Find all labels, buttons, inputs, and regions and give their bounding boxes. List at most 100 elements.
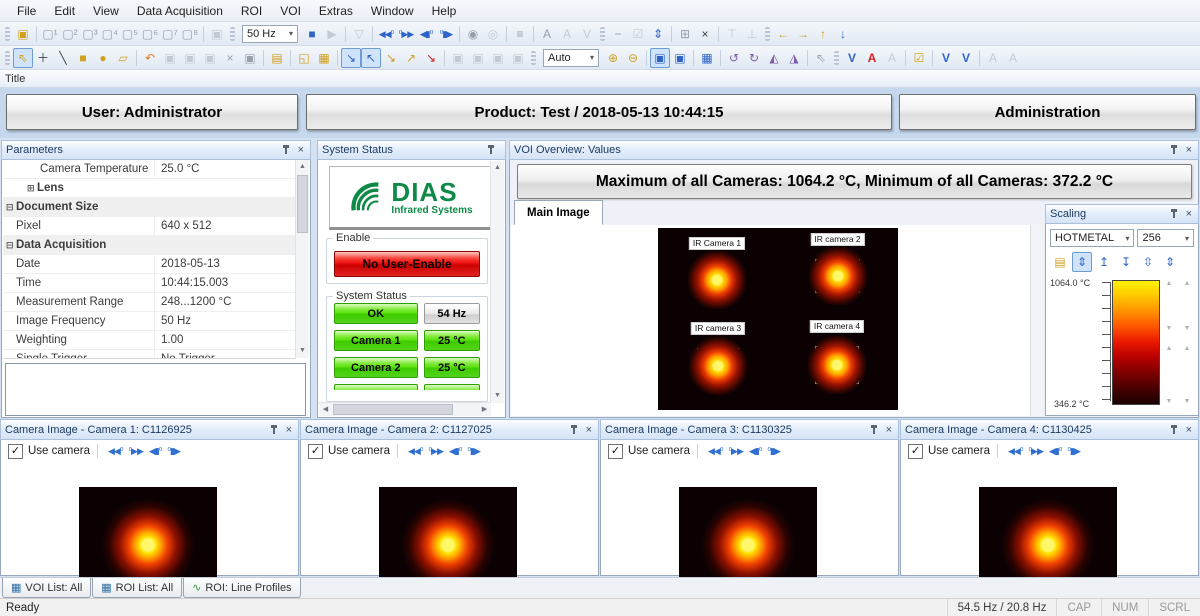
undo-icon[interactable]: ↶ xyxy=(140,48,160,68)
spin-up-icon[interactable]: ▲ xyxy=(1180,280,1194,287)
bottom-tab[interactable]: ▦ VOI List: All xyxy=(2,578,91,598)
draw-ellipse-icon[interactable]: ● xyxy=(93,48,113,68)
parameter-row[interactable]: Time 10:44:15.003 xyxy=(3,274,296,293)
pin-icon[interactable] xyxy=(1171,145,1178,155)
scroll-right-icon[interactable]: ▶ xyxy=(478,403,491,416)
record-stop-icon[interactable]: ◎ xyxy=(483,24,503,44)
nav-right-icon[interactable]: → xyxy=(793,24,813,44)
save-roi-icon[interactable]: ▦ xyxy=(314,48,334,68)
scrollbar-horizontal[interactable]: ◀ ▶ xyxy=(319,402,491,416)
pin-icon[interactable] xyxy=(571,425,578,435)
bottom-tab[interactable]: ∿ ROI: Line Profiles xyxy=(183,578,300,598)
parameter-row[interactable]: Measurement Range 248...1200 °C xyxy=(3,293,296,312)
nav-down-icon[interactable]: ↓ xyxy=(833,24,853,44)
draw-rect-icon[interactable]: ■ xyxy=(73,48,93,68)
scale-max-icon[interactable]: ↥ xyxy=(1094,252,1114,272)
step-forward-frame-icon[interactable]: ⁰▮▶ xyxy=(167,446,179,457)
step-back-frame-icon[interactable]: ◀▮⁰ xyxy=(1049,446,1061,457)
parameter-row[interactable]: Image Frequency 50 Hz xyxy=(3,312,296,331)
menu-item[interactable]: ROI xyxy=(232,2,271,20)
draw-point-icon[interactable]: ＋ xyxy=(33,48,53,68)
no-user-enable-button[interactable]: No User-Enable xyxy=(334,251,480,277)
roi-box[interactable] xyxy=(815,259,860,293)
pin-icon[interactable] xyxy=(271,425,278,435)
ir-camera-spot[interactable]: IR camera 3 xyxy=(697,348,739,383)
spin-up-icon[interactable]: ▲ xyxy=(1180,345,1194,352)
administration-button[interactable]: Administration xyxy=(899,94,1196,130)
ir-camera-label[interactable]: IR Camera 1 xyxy=(689,237,745,250)
levels-combo[interactable]: 256 xyxy=(1137,229,1194,247)
scroll-down-icon[interactable]: ▼ xyxy=(296,344,309,358)
spin-up-icon[interactable]: ▲ xyxy=(1162,280,1176,287)
pin-icon[interactable] xyxy=(1171,425,1178,435)
layout-save-icon[interactable]: ▣ xyxy=(207,24,227,44)
parameter-row[interactable]: Weighting 1.00 xyxy=(3,331,296,350)
open-roi-icon[interactable]: ◱ xyxy=(294,48,314,68)
scroll-up-icon[interactable]: ▲ xyxy=(296,160,309,174)
parameter-row[interactable]: Pixel 640 x 512 xyxy=(3,217,296,236)
zoom-combo[interactable]: Auto xyxy=(543,49,599,67)
pointer-icon[interactable]: ⇖ xyxy=(811,48,831,68)
step-back-frame-icon[interactable]: ◀▮⁰ xyxy=(749,446,761,457)
pin-icon[interactable] xyxy=(871,425,878,435)
draw-polygon-icon[interactable]: ▱ xyxy=(113,48,133,68)
use-camera-checkbox[interactable]: ✓ xyxy=(8,444,23,459)
record-icon[interactable]: ◉ xyxy=(463,24,483,44)
ir-camera-spot[interactable]: IR camera 2 xyxy=(815,259,860,293)
layout-1-icon[interactable]: ▢¹ xyxy=(40,24,60,44)
play-icon[interactable]: ▶ xyxy=(322,24,342,44)
layout-3-icon[interactable]: ▢³ xyxy=(80,24,100,44)
layout-7-icon[interactable]: ▢⁷ xyxy=(160,24,180,44)
user-button[interactable]: User: Administrator xyxy=(6,94,298,130)
scrollbar-vertical[interactable]: ▲ ▼ xyxy=(490,161,504,403)
layout-4-icon[interactable]: ▢⁴ xyxy=(100,24,120,44)
scroll-left-icon[interactable]: ◀ xyxy=(319,403,332,416)
roi-add2-icon[interactable]: ↗ xyxy=(401,48,421,68)
go-first-frame-icon[interactable]: ◀◀⁰ xyxy=(1008,446,1022,457)
roi-zoom-out-icon[interactable]: ↖ xyxy=(361,48,381,68)
align-bottom-icon[interactable]: ⊥ xyxy=(742,24,762,44)
scale-range-icon[interactable]: ⇳ xyxy=(1138,252,1158,272)
voi-check-icon[interactable]: ☑ xyxy=(909,48,929,68)
scroll-down-icon[interactable]: ▼ xyxy=(491,389,504,403)
stop-icon[interactable]: ■ xyxy=(302,24,322,44)
step-back-frame-icon[interactable]: ◀▮⁰ xyxy=(449,446,461,457)
use-camera-checkbox[interactable]: ✓ xyxy=(608,444,623,459)
tab-main-image[interactable]: Main Image xyxy=(514,200,603,225)
go-first-frame-icon[interactable]: ◀◀⁰ xyxy=(376,24,396,44)
roi-add-icon[interactable]: ↘ xyxy=(381,48,401,68)
use-camera-checkbox[interactable]: ✓ xyxy=(908,444,923,459)
delete-cross-icon[interactable]: × xyxy=(695,24,715,44)
spin-down-icon[interactable]: ▼ xyxy=(1180,325,1194,332)
scrollbar-vertical[interactable] xyxy=(1030,225,1042,416)
step-forward-frame-icon[interactable]: ⁰▮▶ xyxy=(1067,446,1079,457)
product-button[interactable]: Product: Test / 2018-05-13 10:44:15 xyxy=(306,94,892,130)
parameter-row[interactable]: ⊟ Data Acquisition xyxy=(3,236,296,255)
menu-item[interactable]: Data Acquisition xyxy=(128,2,232,20)
voi-new-icon[interactable]: V xyxy=(842,48,862,68)
marker-icon[interactable]: ▽ xyxy=(349,24,369,44)
layout-6-icon[interactable]: ▢⁶ xyxy=(140,24,160,44)
roi-box[interactable] xyxy=(815,346,859,384)
roi-box[interactable] xyxy=(696,263,738,297)
ir-camera-spot[interactable]: IR camera 4 xyxy=(815,346,859,384)
palette-combo[interactable]: HOTMETAL xyxy=(1050,229,1134,247)
select-arrow-icon[interactable]: ⇖ xyxy=(13,48,33,68)
close-icon[interactable]: × xyxy=(884,425,894,435)
close-icon[interactable]: × xyxy=(1184,209,1194,219)
rotate-right-icon[interactable]: ↻ xyxy=(744,48,764,68)
layout-5-icon[interactable]: ▢⁵ xyxy=(120,24,140,44)
spin-down-icon[interactable]: ▼ xyxy=(1180,398,1194,405)
go-last-frame-icon[interactable]: ⁰▶▶ xyxy=(1028,446,1042,457)
step-back-frame-icon[interactable]: ◀▮⁰ xyxy=(416,24,436,44)
move-roi-icon[interactable]: ▣ xyxy=(200,48,220,68)
layer-front-icon[interactable]: ▣ xyxy=(448,48,468,68)
layer-down-icon[interactable]: ▣ xyxy=(508,48,528,68)
close-icon[interactable]: × xyxy=(1184,425,1194,435)
frequency-combo[interactable]: 50 Hz xyxy=(242,25,298,43)
layer-back-icon[interactable]: ▣ xyxy=(468,48,488,68)
minus-icon[interactable]: − xyxy=(608,24,628,44)
go-last-frame-icon[interactable]: ⁰▶▶ xyxy=(428,446,442,457)
expander-icon[interactable]: ⊟ xyxy=(6,198,16,216)
step-back-frame-icon[interactable]: ◀▮⁰ xyxy=(149,446,161,457)
